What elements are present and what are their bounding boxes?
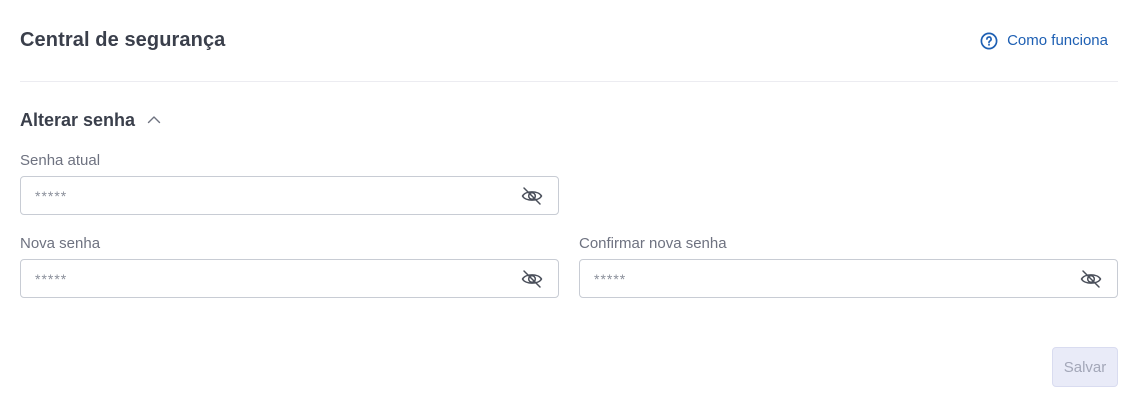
page-header: Central de segurança Como funciona: [20, 0, 1118, 82]
current-password-input-wrapper: [20, 176, 559, 215]
confirm-password-input-wrapper: [579, 259, 1118, 298]
eye-off-icon[interactable]: [1079, 267, 1103, 291]
new-password-label: Nova senha: [20, 235, 101, 252]
confirm-password-label: Confirmar nova senha: [579, 235, 727, 252]
section-title: Alterar senha: [20, 110, 136, 130]
current-password-input[interactable]: [21, 177, 558, 214]
new-password-input-wrapper: [20, 259, 559, 298]
page-title: Central de segurança: [20, 29, 226, 51]
eye-off-icon[interactable]: [520, 184, 544, 208]
new-password-field: Nova senha: [20, 235, 559, 298]
how-it-works-label: Como funciona: [1007, 32, 1108, 49]
current-password-label: Senha atual: [20, 152, 101, 169]
chevron-up-icon: [147, 112, 161, 130]
security-center-page: Central de segurança Como funciona Alter…: [0, 0, 1138, 401]
new-password-input[interactable]: [21, 260, 558, 297]
save-button[interactable]: Salvar: [1052, 347, 1118, 387]
eye-off-icon[interactable]: [520, 267, 544, 291]
confirm-password-field: Confirmar nova senha: [579, 235, 1118, 298]
current-password-field: Senha atual: [20, 152, 559, 215]
how-it-works-link[interactable]: Como funciona: [980, 32, 1108, 50]
change-password-section-toggle[interactable]: Alterar senha: [20, 110, 161, 131]
question-circle-icon: [980, 32, 998, 50]
confirm-password-input[interactable]: [580, 260, 1117, 297]
